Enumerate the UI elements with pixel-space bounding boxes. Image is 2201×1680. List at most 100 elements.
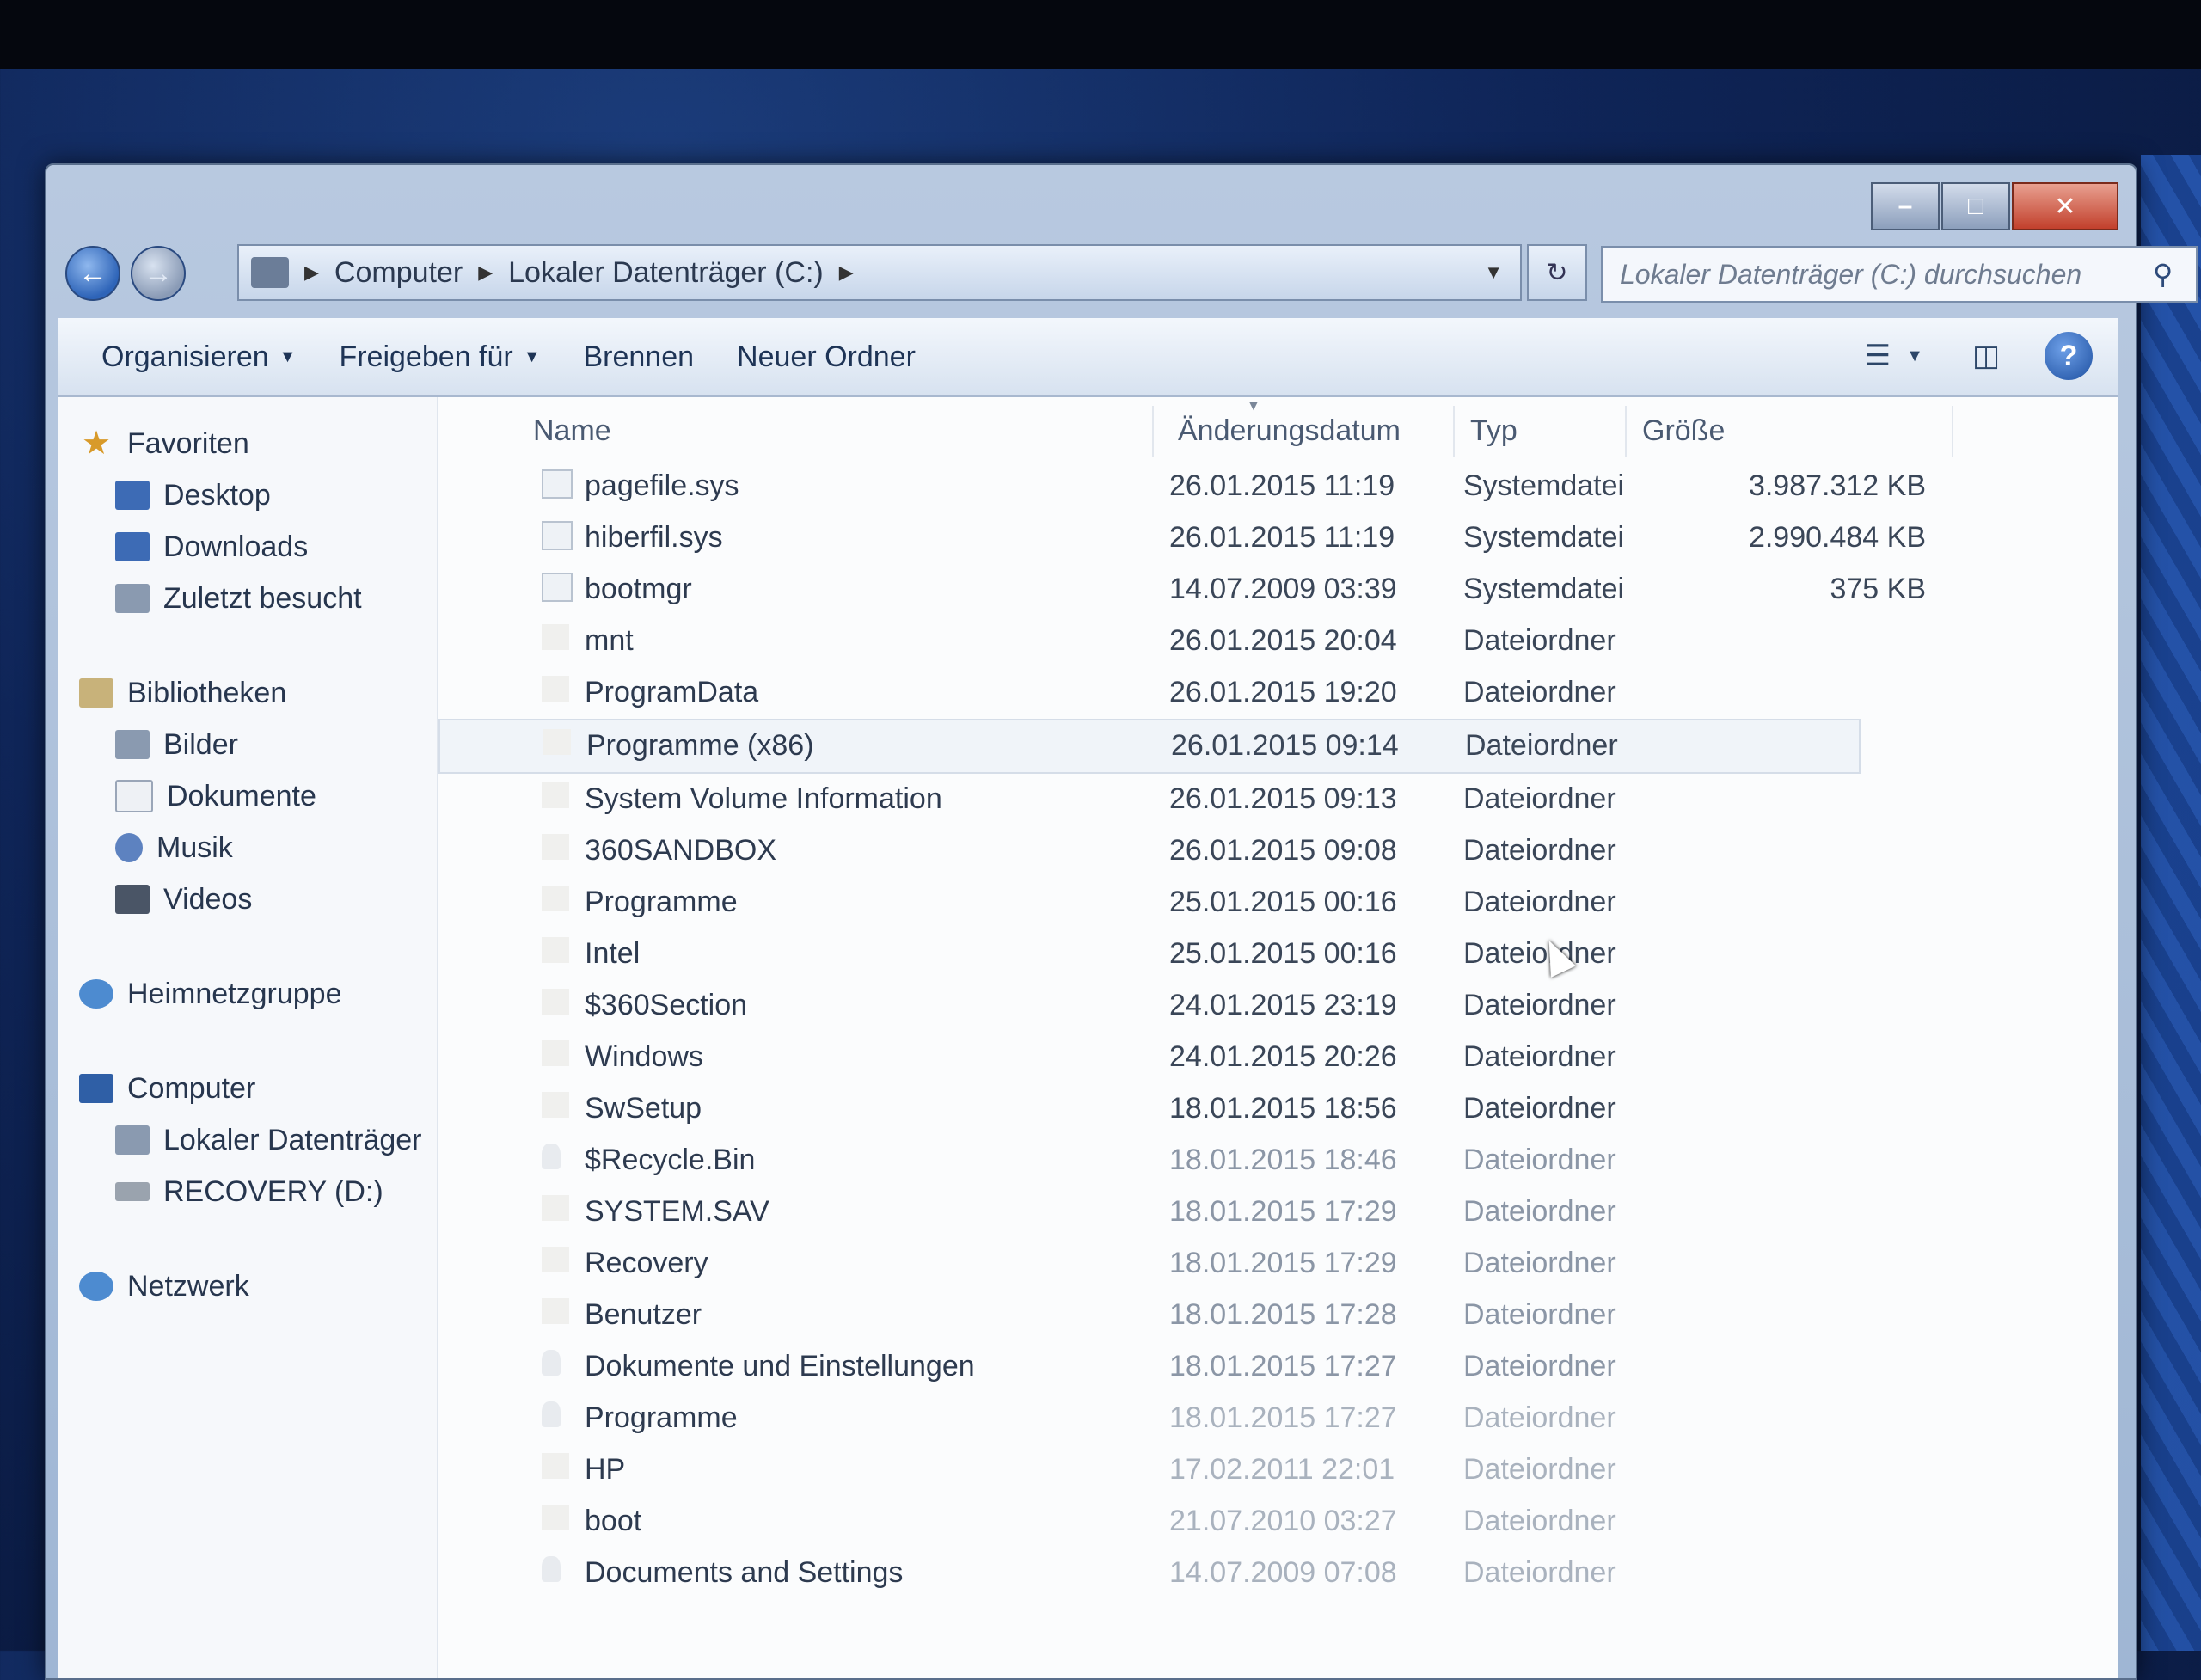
file-name: Dokumente und Einstellungen xyxy=(585,1350,975,1383)
burn-label: Brennen xyxy=(583,340,695,373)
file-name: Intel xyxy=(585,937,641,970)
address-dropdown-icon[interactable]: ▼ xyxy=(1484,261,1503,284)
file-date: 26.01.2015 19:20 xyxy=(1169,676,1397,708)
sidebar-item-desktop[interactable]: Desktop xyxy=(58,469,437,521)
sidebar-item-computer[interactable]: Computer xyxy=(58,1063,437,1114)
search-icon[interactable]: ⚲ xyxy=(2153,258,2196,291)
homegroup-icon xyxy=(79,979,113,1009)
column-header-date[interactable]: Änderungsdatum xyxy=(1178,414,1401,448)
desktop-wallpaper xyxy=(2141,155,2201,1651)
table-row[interactable]: 360SANDBOX 26.01.2015 09:08 Dateiordner xyxy=(438,825,2118,877)
close-button[interactable]: ✕ xyxy=(2012,182,2118,230)
sidebar-item-videos[interactable]: Videos xyxy=(58,874,437,925)
share-button[interactable]: Freigeben für ▼ xyxy=(339,340,540,374)
file-type: Dateiordner xyxy=(1463,676,1616,708)
table-row[interactable]: SYSTEM.SAV 18.01.2015 17:29 Dateiordner xyxy=(438,1186,2118,1238)
column-divider[interactable] xyxy=(1152,406,1154,457)
table-row[interactable]: Recovery 18.01.2015 17:29 Dateiordner xyxy=(438,1238,2118,1290)
view-options-icon[interactable]: ☰ xyxy=(1854,332,1902,380)
back-button[interactable]: ← xyxy=(65,246,120,301)
sidebar-item-documents[interactable]: Dokumente xyxy=(58,770,437,822)
table-row[interactable]: Programme 25.01.2015 00:16 Dateiordner xyxy=(438,877,2118,929)
file-date: 18.01.2015 17:27 xyxy=(1169,1401,1397,1434)
file-type: Dateiordner xyxy=(1463,1040,1616,1073)
table-row[interactable]: boot 21.07.2010 03:27 Dateiordner xyxy=(438,1496,2118,1548)
search-input[interactable]: Lokaler Datenträger (C:) durchsuchen ⚲ xyxy=(1601,246,2198,303)
folder-icon xyxy=(542,624,569,650)
favorites-group: ★ Favoriten Desktop Downloads Zuletzt be… xyxy=(58,418,437,624)
table-row[interactable]: Programme 18.01.2015 17:27 Dateiordner xyxy=(438,1393,2118,1444)
maximize-button[interactable]: □ xyxy=(1941,182,2010,230)
sidebar-label: Computer xyxy=(127,1071,256,1105)
sidebar-item-recovery[interactable]: RECOVERY (D:) xyxy=(58,1166,437,1217)
sidebar-label: Zuletzt besucht xyxy=(163,581,362,615)
help-icon[interactable]: ? xyxy=(2045,332,2093,380)
file-type: Dateiordner xyxy=(1463,1556,1616,1589)
folder-icon xyxy=(542,1247,569,1272)
computer-icon xyxy=(251,257,289,288)
table-row[interactable]: SwSetup 18.01.2015 18:56 Dateiordner xyxy=(438,1083,2118,1135)
organize-button[interactable]: Organisieren ▼ xyxy=(101,340,296,374)
file-date: 24.01.2015 20:26 xyxy=(1169,1040,1397,1073)
table-row[interactable]: pagefile.sys 26.01.2015 11:19 Systemdatei 3… xyxy=(438,461,2118,512)
table-row[interactable]: $Recycle.Bin 18.01.2015 18:46 Dateiordner xyxy=(438,1135,2118,1186)
column-header-size[interactable]: Größe xyxy=(1642,414,1725,448)
table-row[interactable]: Intel 25.01.2015 00:16 Dateiordner xyxy=(438,929,2118,980)
libraries-icon xyxy=(79,678,113,708)
file-name: boot xyxy=(585,1505,642,1537)
new-folder-button[interactable]: Neuer Ordner xyxy=(737,340,916,374)
table-row[interactable]: Documents and Settings 14.07.2009 07:08 Da… xyxy=(438,1548,2118,1599)
table-row[interactable]: ProgramData 26.01.2015 19:20 Dateiordner xyxy=(438,667,2118,719)
sidebar-item-homegroup[interactable]: Heimnetzgruppe xyxy=(58,968,437,1020)
column-divider[interactable] xyxy=(1625,406,1627,457)
minimize-button[interactable]: – xyxy=(1871,182,1940,230)
new-folder-label: Neuer Ordner xyxy=(737,340,916,373)
table-row[interactable]: $360Section 24.01.2015 23:19 Dateiordner xyxy=(438,980,2118,1032)
sidebar-label: Musik xyxy=(156,831,233,864)
sidebar-item-libraries[interactable]: Bibliotheken xyxy=(58,667,437,719)
burn-button[interactable]: Brennen xyxy=(583,340,694,374)
table-row[interactable]: Programme (x86) 26.01.2015 09:14 Dateiordn… xyxy=(438,719,1861,774)
table-row[interactable]: mnt 26.01.2015 20:04 Dateiordner xyxy=(438,616,2118,667)
file-name: pagefile.sys xyxy=(585,469,739,502)
table-row[interactable]: HP 17.02.2011 22:01 Dateiordner xyxy=(438,1444,2118,1496)
folder-icon xyxy=(542,989,569,1015)
computer-icon xyxy=(79,1074,113,1103)
column-header-name[interactable]: Name xyxy=(533,414,611,448)
sidebar-item-network[interactable]: Netzwerk xyxy=(58,1260,437,1312)
breadcrumb-drive-c[interactable]: Lokaler Datenträger (C:) xyxy=(508,256,824,290)
sidebar-item-pictures[interactable]: Bilder xyxy=(58,719,437,770)
sidebar-item-favorites[interactable]: ★ Favoriten xyxy=(58,418,437,469)
forward-button[interactable]: → xyxy=(131,246,186,301)
table-row[interactable]: System Volume Information 26.01.2015 09:1… xyxy=(438,774,2118,825)
preview-pane-icon[interactable]: ◫ xyxy=(1962,332,2010,380)
sidebar-item-music[interactable]: Musik xyxy=(58,822,437,874)
file-date: 14.07.2009 03:39 xyxy=(1169,573,1397,605)
folder-icon xyxy=(542,1195,569,1221)
table-row[interactable]: Benutzer 18.01.2015 17:28 Dateiordner xyxy=(438,1290,2118,1341)
sidebar-item-recent[interactable]: Zuletzt besucht xyxy=(58,573,437,624)
sidebar-item-local-disk[interactable]: Lokaler Datenträger xyxy=(58,1114,437,1166)
refresh-button[interactable]: ↻ xyxy=(1527,244,1587,301)
chevron-down-icon[interactable]: ▼ xyxy=(1902,332,1928,380)
desktop-icon xyxy=(115,481,150,510)
table-row[interactable]: hiberfil.sys 26.01.2015 11:19 Systemdatei 2… xyxy=(438,512,2118,564)
search-placeholder: Lokaler Datenträger (C:) durchsuchen xyxy=(1620,258,2082,290)
table-row[interactable]: bootmgr 14.07.2009 03:39 Systemdatei 375 KB xyxy=(438,564,2118,616)
file-name: hiberfil.sys xyxy=(585,521,723,554)
column-header-type[interactable]: Typ xyxy=(1470,414,1517,448)
address-bar[interactable]: ▶ Computer ▶ Lokaler Datenträger (C:) ▶ … xyxy=(237,244,1522,301)
sidebar-item-downloads[interactable]: Downloads xyxy=(58,521,437,573)
sidebar-label: Videos xyxy=(163,882,253,916)
table-row[interactable]: Windows 24.01.2015 20:26 Dateiordner xyxy=(438,1032,2118,1083)
file-type: Dateiordner xyxy=(1463,886,1616,918)
sidebar-label: Desktop xyxy=(163,478,271,512)
file-type: Dateiordner xyxy=(1463,624,1616,657)
lock-icon xyxy=(542,1401,561,1427)
table-row[interactable]: Dokumente und Einstellungen 18.01.2015 17… xyxy=(438,1341,2118,1393)
file-date: 26.01.2015 11:19 xyxy=(1169,469,1395,502)
breadcrumb-computer[interactable]: Computer xyxy=(334,256,463,290)
column-divider[interactable] xyxy=(1453,406,1455,457)
file-date: 24.01.2015 23:19 xyxy=(1169,989,1397,1021)
column-divider[interactable] xyxy=(1952,406,1953,457)
